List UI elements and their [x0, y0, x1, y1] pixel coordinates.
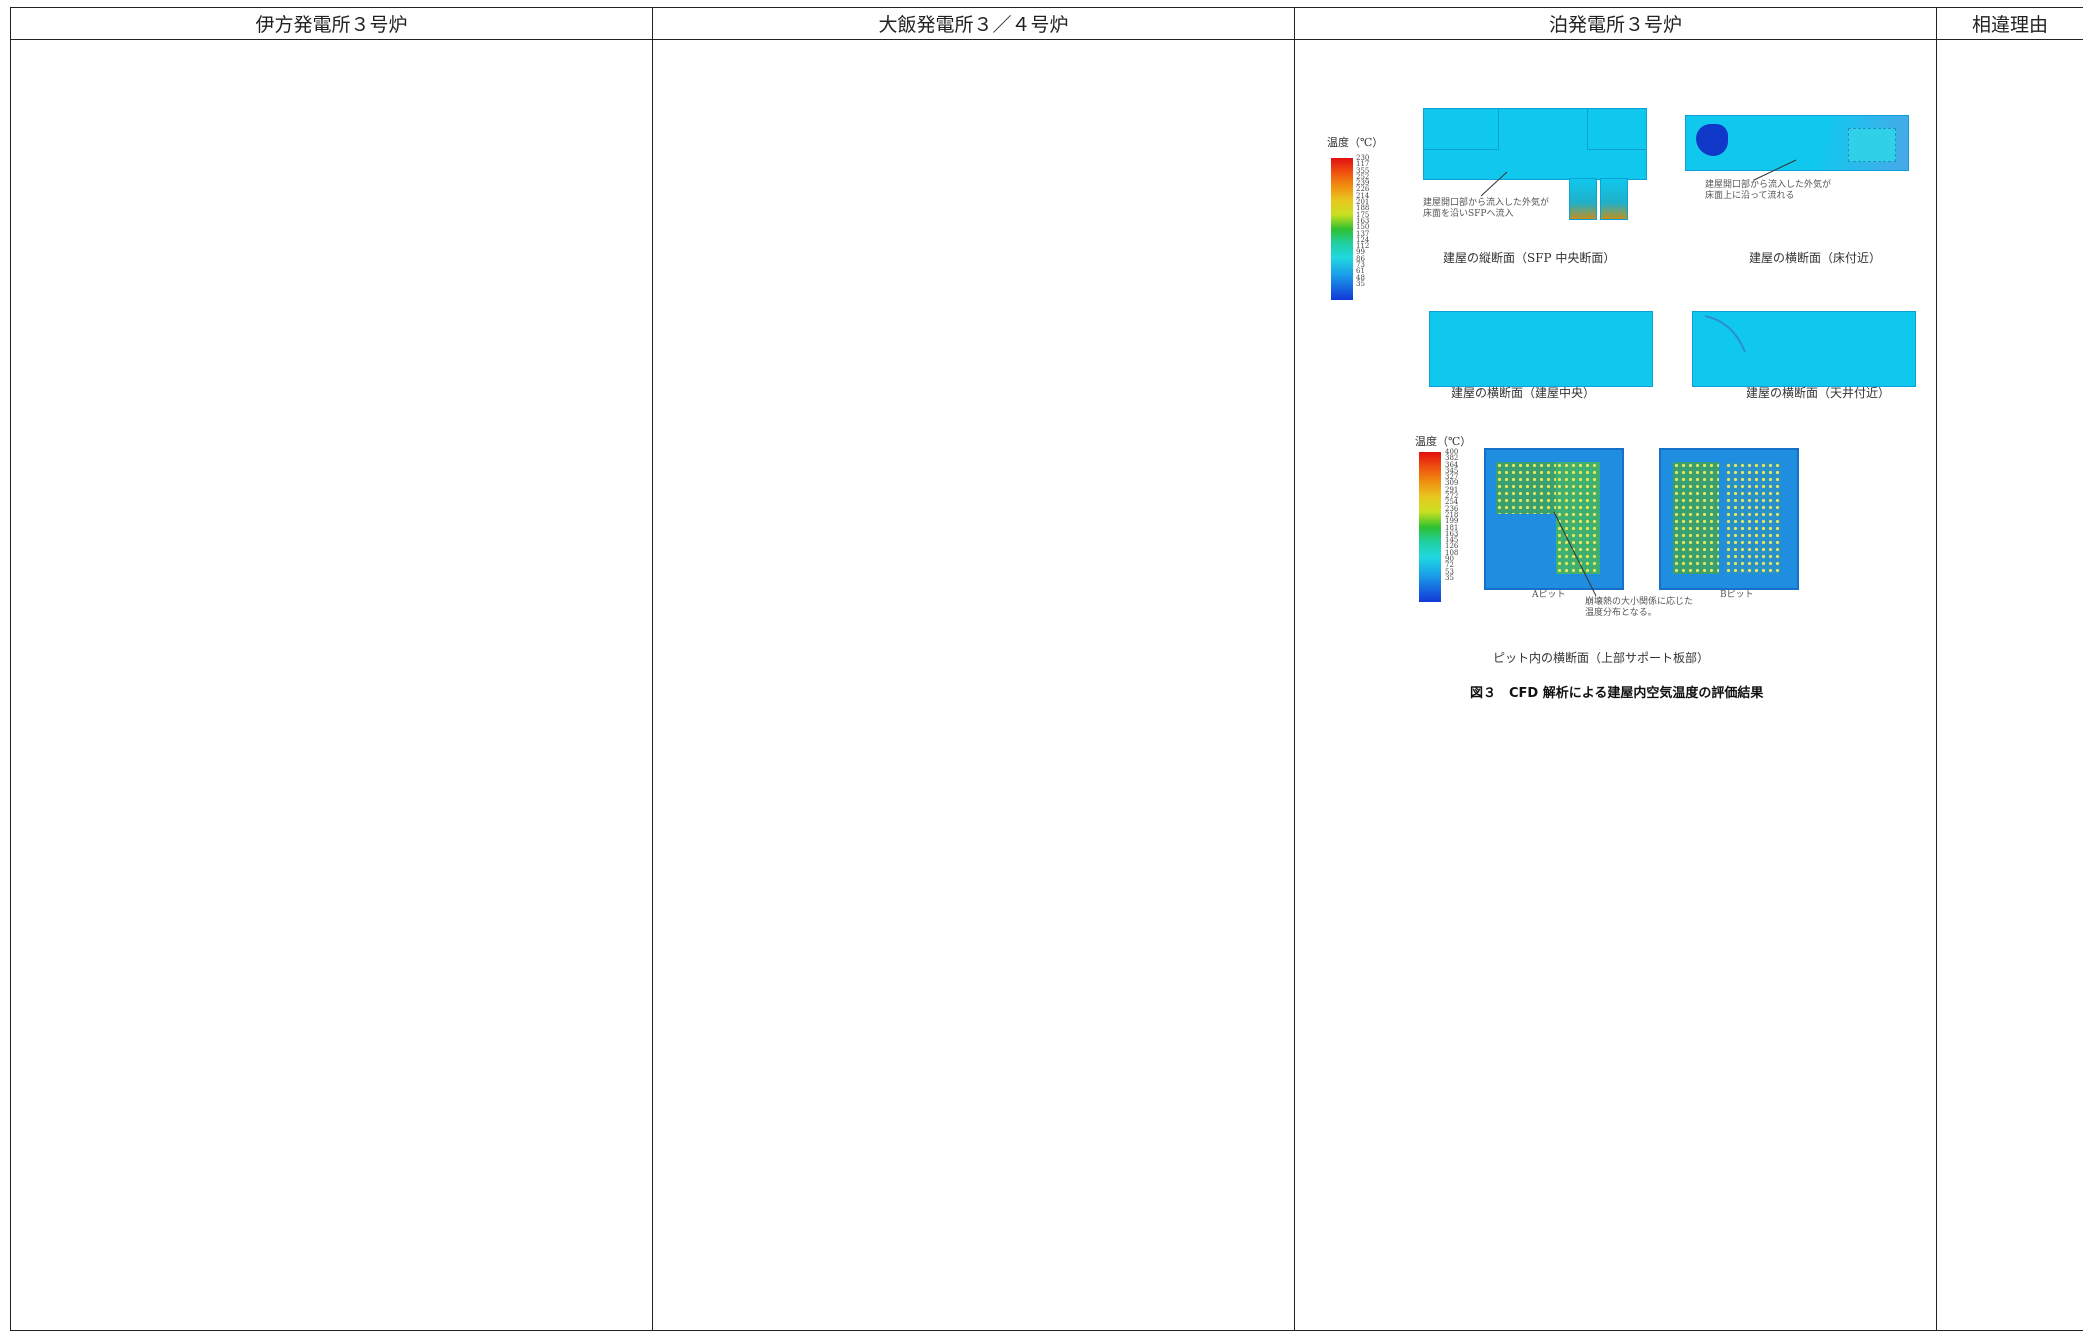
- legend2-title: 温度（℃）: [1415, 433, 1471, 449]
- label-floor-section: 建屋の横断面（床付近）: [1749, 249, 1881, 266]
- legend1-colorbar: [1331, 158, 1353, 300]
- leader-line-icon: [1550, 510, 1610, 600]
- note-vertical: 建屋開口部から流入した外気が 床面を沿いSFPへ流入: [1423, 198, 1549, 220]
- leader-line-icon: [1475, 170, 1515, 200]
- cell-ohi: [653, 40, 1295, 1331]
- cell-ikata: [11, 40, 653, 1331]
- label-ceiling-section: 建屋の横断面（天井付近）: [1746, 384, 1890, 401]
- cfd-figure: 温度（℃） 230 117 355 252 239 226 214 201 18…: [1295, 40, 1937, 1330]
- note-floor: 建屋開口部から流入した外気が 床面上に沿って流れる: [1705, 180, 1831, 202]
- header-tomari: 泊発電所３号炉: [1295, 8, 1937, 40]
- legend2-ticks: 400 382 364 345 327 309 291 272 254 236 …: [1445, 449, 1458, 581]
- leader-line-icon: [1750, 158, 1800, 182]
- label-center-section: 建屋の横断面（建屋中央）: [1451, 384, 1595, 401]
- legend1-title: 温度（℃）: [1327, 134, 1383, 150]
- legend1-ticks: 230 117 355 252 239 226 214 201 188 175 …: [1356, 155, 1369, 287]
- comparison-table: 伊方発電所３号炉 大飯発電所３／４号炉 泊発電所３号炉 相違理由 温度（℃） 2…: [10, 7, 2083, 1331]
- pit-b-map: [1659, 448, 1799, 590]
- label-pit-a: Aピット: [1532, 590, 1566, 601]
- header-reason: 相違理由: [1937, 8, 2083, 40]
- cell-tomari: 温度（℃） 230 117 355 252 239 226 214 201 18…: [1295, 40, 1937, 1331]
- panel-vertical-section: [1423, 108, 1647, 180]
- label-vertical-section: 建屋の縦断面（SFP 中央断面）: [1443, 249, 1615, 266]
- note-pits: 崩壊熱の大小関係に応じた 温度分布となる。: [1585, 597, 1693, 619]
- figure-caption: 図３ CFD 解析による建屋内空気温度の評価結果: [1470, 682, 1763, 701]
- header-ikata: 伊方発電所３号炉: [11, 8, 653, 40]
- header-ohi: 大飯発電所３／４号炉: [653, 8, 1295, 40]
- sfp-pit-b-shape: [1600, 178, 1628, 220]
- panel-ceiling-section: [1692, 311, 1916, 387]
- sfp-pit-a-shape: [1569, 178, 1597, 220]
- label-pit-section: ピット内の横断面（上部サポート板部）: [1493, 649, 1709, 666]
- page-header-strip: [0, 0, 2083, 6]
- label-pit-b: Bピット: [1720, 590, 1754, 601]
- cell-reason: [1937, 40, 2083, 1331]
- panel-center-section: [1429, 311, 1653, 387]
- legend2-colorbar: [1419, 452, 1441, 602]
